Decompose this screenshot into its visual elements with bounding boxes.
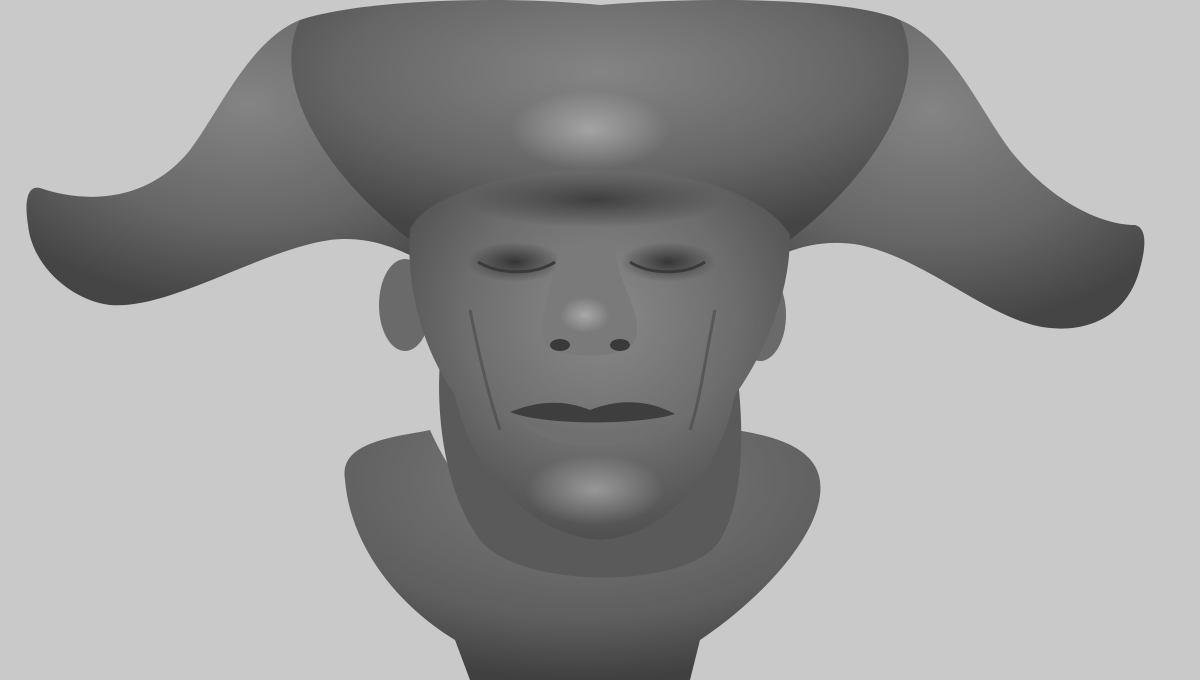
left-eye: [467, 242, 563, 282]
sculpt-viewport: [0, 0, 1200, 680]
right-eye: [620, 242, 716, 282]
horned-head-sculpt: [26, 0, 1145, 680]
